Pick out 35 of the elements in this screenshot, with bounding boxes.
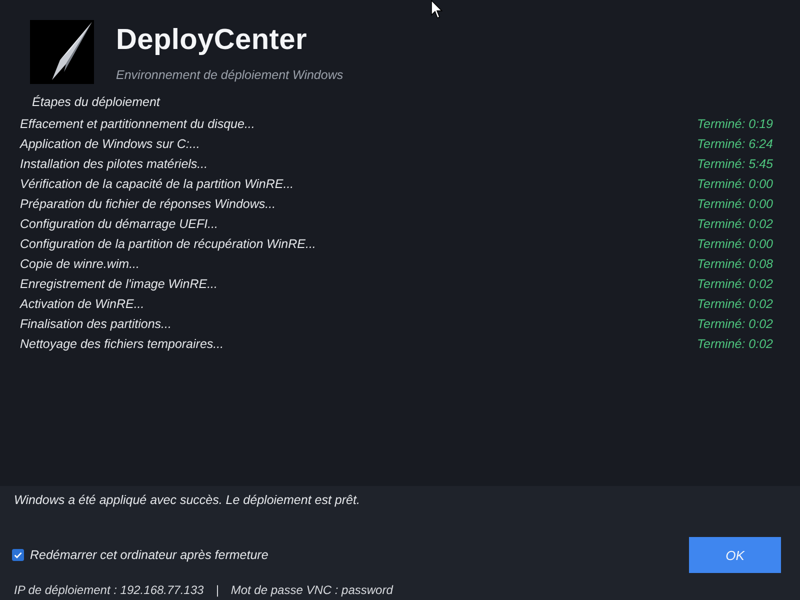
- step-status: Terminé: 0:00: [697, 237, 773, 251]
- step-status: Terminé: 0:02: [697, 277, 773, 291]
- step-label: Activation de WinRE...: [20, 297, 144, 311]
- step-label: Finalisation des partitions...: [20, 317, 172, 331]
- step-label: Installation des pilotes matériels...: [20, 157, 208, 171]
- step-label: Configuration du démarrage UEFI...: [20, 217, 218, 231]
- info-text: Mot de passe VNC : password: [230, 582, 393, 598]
- app-subtitle: Environnement de déploiement Windows: [116, 67, 344, 83]
- step-status: Terminé: 6:24: [697, 137, 773, 151]
- step-status: Terminé: 5:45: [697, 157, 773, 171]
- cursor-icon: [431, 0, 443, 20]
- step-label: Nettoyage des fichiers temporaires...: [20, 337, 224, 351]
- step-label: Vérification de la capacité de la partition WinRE...: [20, 177, 294, 191]
- step-status: Terminé: 0:00: [697, 177, 773, 191]
- step-label: Application de Windows sur C:...: [20, 137, 200, 151]
- step-status: Terminé: 0:08: [697, 257, 773, 271]
- steps-heading: Étapes du déploiement: [32, 94, 162, 110]
- step-label: Préparation du fichier de réponses Windows...: [20, 197, 276, 211]
- step-label: Effacement et partitionnement du disque...: [20, 117, 255, 131]
- checkbox[interactable]: [12, 549, 24, 561]
- step-status: Terminé: 0:00: [697, 197, 773, 211]
- step-status: Terminé: 0:02: [697, 297, 773, 311]
- step-label: Enregistrement de l'image WinRE...: [20, 277, 218, 291]
- logo-icon: [30, 20, 94, 84]
- info-text: IP de déploiement : 192.168.77.133: [14, 582, 204, 598]
- step-status: Terminé: 0:02: [697, 217, 773, 231]
- app-title: DeployCenter: [116, 23, 308, 58]
- step-status: Terminé: 0:02: [697, 337, 773, 351]
- checkbox-label[interactable]: Redémarrer cet ordinateur après fermeture: [30, 548, 268, 562]
- status-message: Windows a été appliqué avec succès. Le déploiement est prêt.: [14, 492, 361, 508]
- step-status: Terminé: 0:02: [697, 317, 773, 331]
- step-status: Terminé: 0:19: [697, 117, 773, 131]
- step-label: Configuration de la partition de récupération WinRE...: [20, 237, 316, 251]
- step-label: Copie de winre.wim...: [20, 257, 140, 271]
- info-text: |: [216, 582, 219, 598]
